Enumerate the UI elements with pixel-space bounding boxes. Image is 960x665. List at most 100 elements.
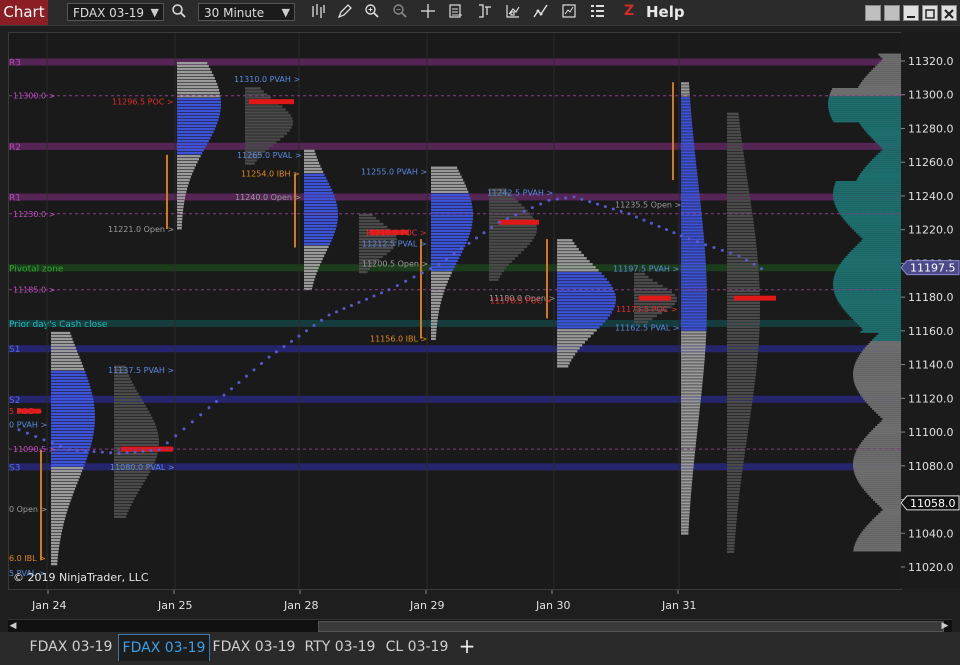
ghost-profile-0-450 bbox=[114, 482, 144, 485]
add-tab-button[interactable]: + bbox=[455, 634, 479, 660]
tab-fdax-1[interactable]: FDAX 03-19 bbox=[27, 634, 115, 660]
poc-bar-2 bbox=[249, 99, 294, 105]
bar-type-icon[interactable] bbox=[308, 3, 328, 22]
scrollbar-thumb[interactable] bbox=[318, 621, 944, 632]
ghost-profile-5-332 bbox=[727, 364, 757, 367]
ghost-profile-3-201 bbox=[489, 233, 536, 236]
profile-6-row-67 bbox=[681, 283, 707, 286]
line-chart-icon[interactable] bbox=[531, 3, 551, 22]
indicators-icon[interactable] bbox=[475, 3, 495, 22]
ghost-profile-5-284 bbox=[727, 316, 760, 319]
volume-profile-bar bbox=[852, 227, 901, 230]
profile-6-row-34 bbox=[681, 184, 699, 187]
annotation-17: 11178.5 POC > bbox=[490, 297, 552, 306]
profile-1-row-1 bbox=[51, 334, 72, 338]
tab-fdax-3[interactable]: FDAX 03-19 bbox=[210, 634, 298, 660]
ghost-profile-5-203 bbox=[727, 235, 756, 238]
properties-list-icon[interactable] bbox=[587, 3, 607, 22]
data-box-icon[interactable] bbox=[446, 3, 466, 22]
ghost-profile-1-129 bbox=[245, 162, 255, 165]
profile-6-row-83 bbox=[681, 331, 707, 334]
maximize-window-icon[interactable] bbox=[922, 5, 938, 21]
ma-dot bbox=[365, 297, 368, 301]
profile-1-row-65 bbox=[51, 526, 63, 530]
chart-style-icon[interactable] bbox=[559, 3, 579, 22]
ghost-profile-5-470 bbox=[727, 502, 739, 505]
ghost-profile-0-471 bbox=[114, 503, 132, 506]
price-axis[interactable]: 11320.0 11300.0 11280.0 11260.0 11240.0 11220… bbox=[900, 32, 960, 588]
ghost-profile-5-113 bbox=[727, 145, 743, 148]
ghost-profile-5-302 bbox=[727, 334, 760, 337]
ghost-profile-5-452 bbox=[727, 484, 741, 487]
ma-dot bbox=[305, 329, 308, 333]
pencil-icon[interactable] bbox=[335, 3, 355, 22]
instrument-selector[interactable]: FDAX 03-19 ▼ bbox=[67, 3, 164, 21]
scroll-left-icon[interactable]: ◀ bbox=[8, 620, 18, 632]
volume-profile-bar bbox=[833, 286, 901, 289]
profile-4-row-42 bbox=[431, 292, 444, 295]
time-axis[interactable]: Jan 24 Jan 25 Jan 28 Jan 29 Jan 30 Jan 31 bbox=[8, 590, 900, 616]
crosshair-price-label: 11058.0 bbox=[910, 497, 956, 510]
ghost-profile-5-125 bbox=[727, 157, 745, 160]
tab-rty[interactable]: RTY 03-19 bbox=[301, 634, 379, 660]
profile-4-row-7 bbox=[431, 187, 468, 190]
profile-6-row-126 bbox=[681, 460, 695, 463]
ghost-profile-0-462 bbox=[114, 494, 137, 497]
profile-1-row-35 bbox=[51, 436, 93, 440]
z-logo-icon[interactable]: Z bbox=[624, 3, 634, 19]
ghost-profile-5-398 bbox=[727, 430, 748, 433]
ghost-profile-5-494 bbox=[727, 526, 736, 529]
volume-profile-bar bbox=[841, 215, 901, 218]
volume-profile-bar bbox=[853, 247, 901, 250]
profile-4-row-48 bbox=[431, 310, 439, 313]
profile-4-row-28 bbox=[431, 250, 463, 253]
ghost-profile-5-248 bbox=[727, 280, 760, 283]
crosshair-icon[interactable] bbox=[418, 3, 438, 22]
scroll-right-icon[interactable]: ▶ bbox=[940, 620, 950, 632]
stack-window-icon[interactable] bbox=[884, 5, 900, 21]
profile-2-row-32 bbox=[177, 158, 200, 161]
strategies-icon[interactable] bbox=[503, 3, 523, 22]
tile-window-icon[interactable] bbox=[865, 5, 881, 21]
ma-dot bbox=[657, 224, 661, 228]
profile-2-row-27 bbox=[177, 143, 208, 146]
volume-profile-bar bbox=[880, 150, 901, 153]
tab-fdax-2[interactable]: FDAX 03-19 bbox=[118, 634, 210, 661]
profile-3-row-7 bbox=[304, 170, 324, 174]
volume-profile-bar bbox=[881, 146, 901, 149]
ghost-profile-5-245 bbox=[727, 277, 760, 280]
tab-cl[interactable]: CL 03-19 bbox=[382, 634, 452, 660]
poc-bar-6 bbox=[734, 295, 776, 301]
ghost-profile-5-506 bbox=[727, 538, 736, 541]
ghost-profile-4-243 bbox=[634, 275, 649, 279]
profile-2-row-18 bbox=[177, 116, 220, 119]
chart-plot-area[interactable]: R3 R2 R1 Pivotal zone Prior day's Cash close… bbox=[8, 32, 902, 590]
ghost-profile-5-368 bbox=[727, 400, 753, 403]
ma-dot bbox=[312, 324, 316, 328]
profile-6-row-60 bbox=[681, 262, 706, 265]
ghost-profile-2-184 bbox=[359, 216, 377, 220]
zoom-in-icon[interactable] bbox=[362, 3, 382, 22]
volume-profile-bar bbox=[854, 229, 901, 232]
profile-2-row-20 bbox=[177, 122, 218, 125]
zoom-out-icon[interactable] bbox=[390, 3, 410, 22]
close-window-icon[interactable] bbox=[941, 5, 957, 21]
volume-profile-bar bbox=[849, 251, 901, 254]
profile-5-row-19 bbox=[557, 296, 616, 299]
profile-6-row-102 bbox=[681, 388, 702, 391]
profile-5-row-28 bbox=[557, 323, 603, 326]
volume-profile-bar bbox=[858, 233, 901, 236]
help-button[interactable]: Help bbox=[646, 3, 685, 21]
ghost-profile-5-353 bbox=[727, 385, 755, 388]
level-label-2: R1 bbox=[9, 193, 21, 203]
minimize-window-icon[interactable] bbox=[903, 5, 919, 21]
horizontal-scrollbar[interactable]: ◀ ▶ bbox=[8, 619, 952, 632]
search-icon[interactable] bbox=[169, 3, 189, 22]
annotation-26: 0 Open > bbox=[9, 505, 47, 514]
ghost-profile-5-476 bbox=[727, 508, 738, 511]
interval-selector[interactable]: 30 Minute ▼ bbox=[198, 3, 295, 21]
profile-5-row-3 bbox=[557, 248, 579, 251]
ghost-profile-5-167 bbox=[727, 199, 751, 202]
profile-6-row-144 bbox=[681, 514, 690, 517]
volume-profile-bar bbox=[881, 419, 901, 422]
